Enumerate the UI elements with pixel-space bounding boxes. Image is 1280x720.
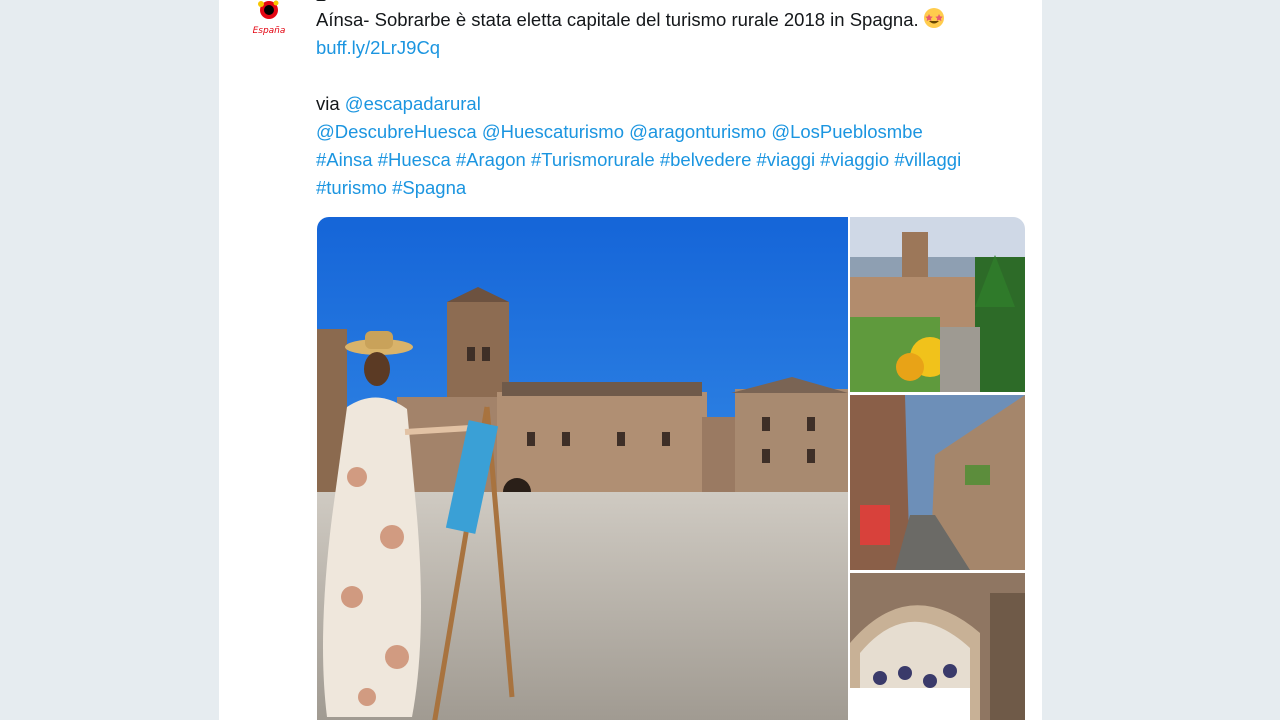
hashtag-link[interactable]: #Ainsa (316, 149, 373, 170)
hashtag-link[interactable]: #Huesca (378, 149, 451, 170)
hashtag-link[interactable]: #villaggi (894, 149, 961, 170)
hashtag-link[interactable]: #Turismorurale (531, 149, 655, 170)
hashtags-line-1: #Ainsa #Huesca #Aragon #Turismorurale #b… (316, 146, 1016, 174)
hashtag-link[interactable]: #viaggi (757, 149, 816, 170)
avatar-logo-text: España (253, 26, 286, 36)
avatar[interactable]: España (249, 0, 289, 40)
tweet-sentence: Aínsa- Sobrarbe è stata eletta capitale … (316, 9, 919, 30)
side-photo-2[interactable] (850, 395, 1025, 570)
tweet-card: España Aínsa- Sobrarbe è stata eletta ca… (219, 0, 1042, 720)
side-photo-1[interactable] (850, 217, 1025, 392)
display-name-stub (316, 0, 326, 1)
hashtag-link[interactable]: #turismo (316, 177, 387, 198)
mentions-line: @DescubreHuesca @Huescaturismo @aragontu… (316, 118, 1016, 146)
hashtags-line-2: #turismo #Spagna (316, 174, 1016, 202)
tweet-link[interactable]: buff.ly/2LrJ9Cq (316, 37, 440, 58)
tweet-text: Aínsa- Sobrarbe è stata eletta capitale … (316, 6, 1016, 202)
hashtag-link[interactable]: #Spagna (392, 177, 466, 198)
side-photo-3[interactable] (850, 573, 1025, 720)
hashtag-link[interactable]: #belvedere (660, 149, 752, 170)
star-struck-emoji-icon (923, 7, 945, 29)
tweet-media-grid (317, 217, 1025, 720)
via-mention[interactable]: @escapadarural (345, 93, 481, 114)
main-photo[interactable] (317, 217, 848, 720)
tweet-header-cutoff (316, 0, 634, 4)
via-label: via (316, 93, 345, 114)
hashtag-link[interactable]: #Aragon (456, 149, 526, 170)
mention-link[interactable]: @aragonturismo (629, 121, 766, 142)
hashtag-link[interactable]: #viaggio (820, 149, 889, 170)
mention-link[interactable]: @Huescaturismo (482, 121, 624, 142)
tweet-line-1: Aínsa- Sobrarbe è stata eletta capitale … (316, 6, 1016, 34)
spain-logo-icon: España (253, 0, 286, 36)
mention-link[interactable]: @LosPueblosmbe (771, 121, 922, 142)
mention-link[interactable]: @DescubreHuesca (316, 121, 477, 142)
